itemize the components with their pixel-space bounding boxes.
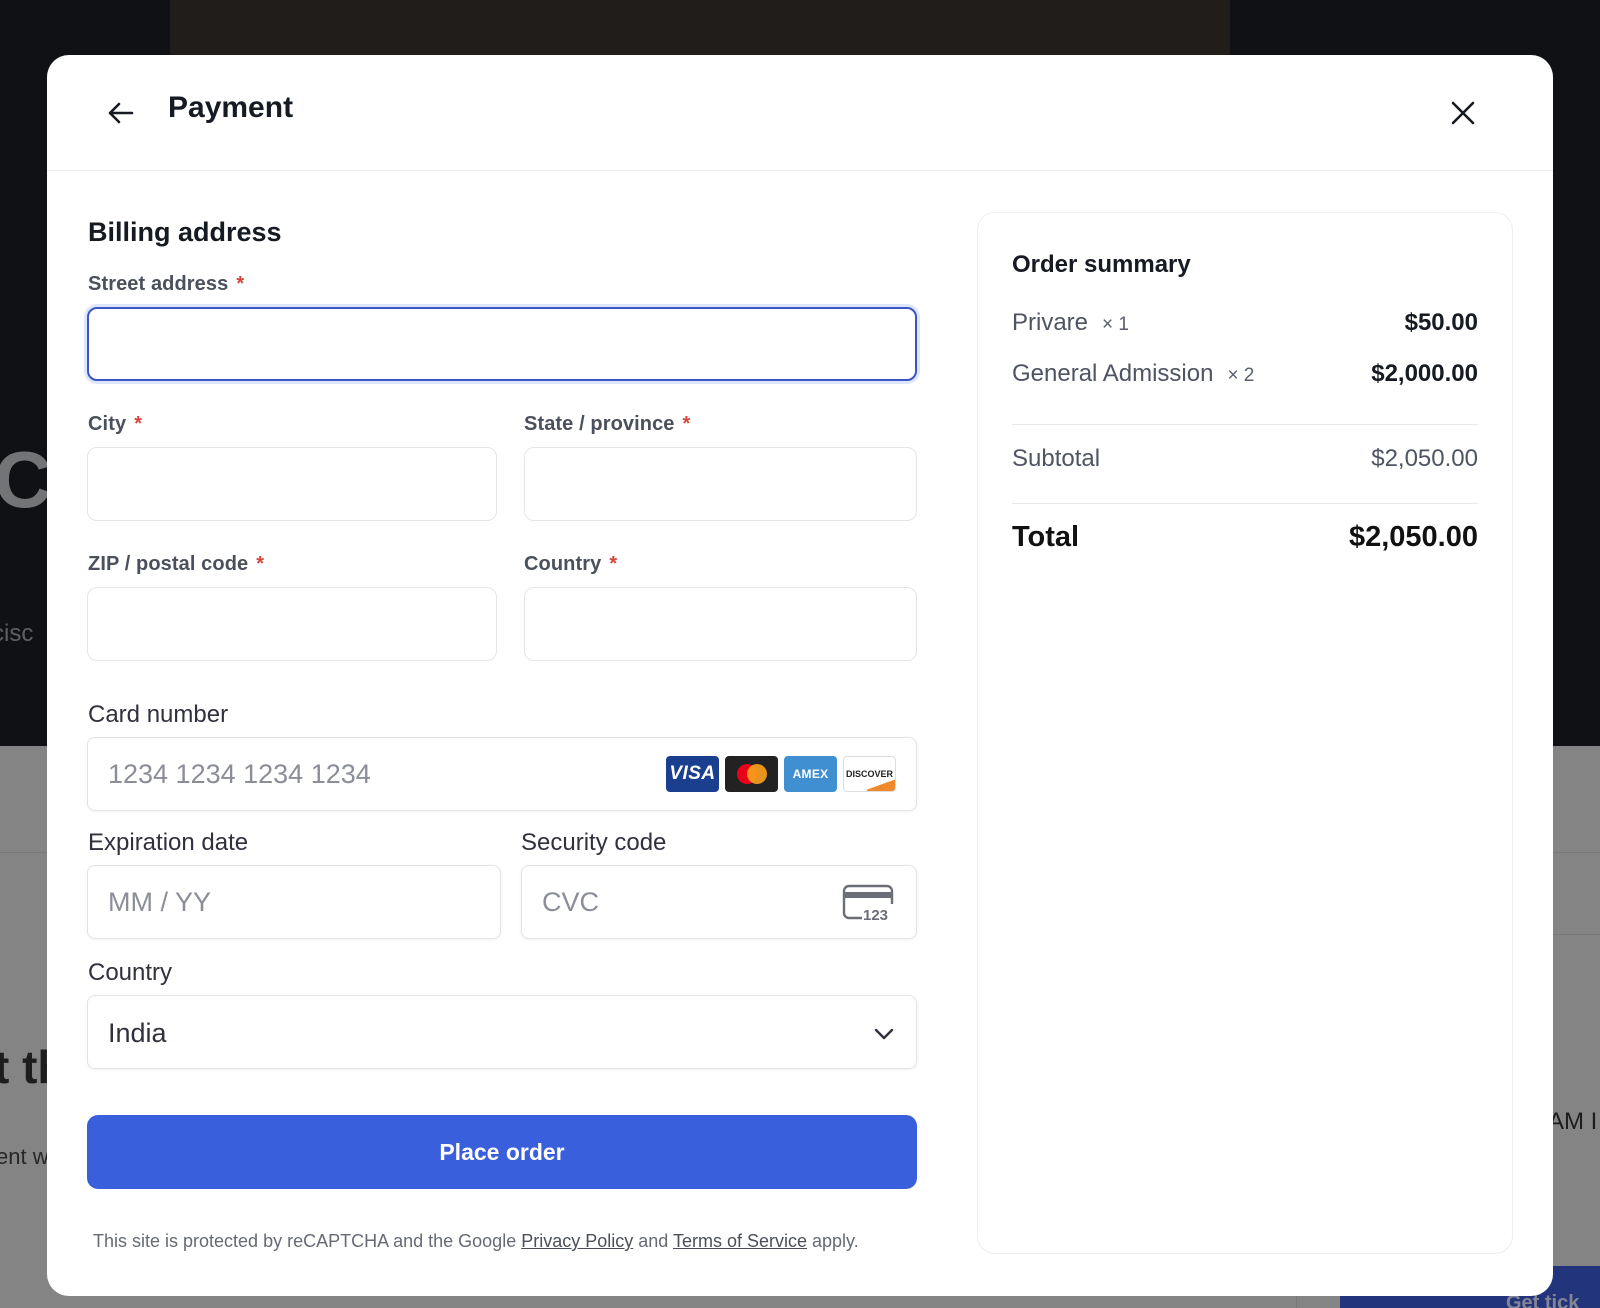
security-code-input[interactable] xyxy=(542,866,832,938)
amex-logo: AMEX xyxy=(784,756,837,792)
summary-line-item: General Admission × 2 $2,000.00 xyxy=(1012,360,1478,388)
card-country-value: India xyxy=(108,1018,167,1048)
order-summary-panel: Order summary Privare × 1 $50.00 General … xyxy=(977,212,1513,1254)
total-label: Total xyxy=(1012,521,1080,553)
expiration-date-field[interactable] xyxy=(87,865,501,939)
security-code-field[interactable]: 123 xyxy=(521,865,917,939)
visa-logo: VISA xyxy=(666,756,719,792)
close-button[interactable] xyxy=(1437,87,1489,139)
subtotal-label: Subtotal xyxy=(1012,445,1101,472)
cvc-card-icon: 123 xyxy=(842,884,896,924)
card-number-input[interactable] xyxy=(108,738,608,810)
close-icon xyxy=(1451,101,1475,125)
street-address-input[interactable] xyxy=(87,307,917,381)
item-name: Privare xyxy=(1012,309,1089,336)
billing-country-input[interactable] xyxy=(524,587,917,661)
subtotal-row: Subtotal $2,050.00 xyxy=(1012,445,1478,473)
discover-logo: DISCOVER xyxy=(843,756,896,792)
item-quantity: × 1 xyxy=(1102,314,1129,335)
street-address-label: Street address * xyxy=(88,273,245,295)
summary-divider xyxy=(1012,503,1478,504)
zip-label: ZIP / postal code * xyxy=(88,553,265,575)
total-row: Total $2,050.00 xyxy=(1012,521,1478,554)
required-mark: * xyxy=(134,413,143,435)
billing-address-heading: Billing address xyxy=(88,217,282,247)
arrow-left-icon xyxy=(108,102,134,124)
back-button[interactable] xyxy=(95,87,147,139)
card-country-select[interactable]: India xyxy=(87,995,917,1069)
subtotal-value: $2,050.00 xyxy=(1371,445,1478,472)
expiration-date-input[interactable] xyxy=(108,866,478,938)
item-price: $2,000.00 xyxy=(1371,360,1478,387)
card-brand-logos: VISA AMEX DISCOVER xyxy=(666,756,896,792)
state-province-input[interactable] xyxy=(524,447,917,521)
chevron-down-icon xyxy=(874,1028,894,1040)
recaptcha-notice: This site is protected by reCAPTCHA and … xyxy=(93,1231,859,1251)
item-quantity: × 2 xyxy=(1227,365,1255,386)
privacy-policy-link[interactable]: Privacy Policy xyxy=(521,1231,633,1251)
svg-text:123: 123 xyxy=(863,907,888,924)
required-mark: * xyxy=(682,413,691,435)
summary-line-item: Privare × 1 $50.00 xyxy=(1012,309,1478,337)
security-code-label: Security code xyxy=(521,829,667,856)
city-input[interactable] xyxy=(87,447,497,521)
mastercard-logo xyxy=(725,756,778,792)
terms-of-service-link[interactable]: Terms of Service xyxy=(673,1231,807,1251)
billing-country-label: Country * xyxy=(524,553,618,575)
summary-divider xyxy=(1012,424,1478,425)
mastercard-circles-icon xyxy=(736,764,767,784)
card-number-field[interactable]: VISA AMEX DISCOVER xyxy=(87,737,917,811)
required-mark: * xyxy=(609,553,618,575)
item-price: $50.00 xyxy=(1404,309,1478,336)
city-label: City * xyxy=(88,413,143,435)
total-value: $2,050.00 xyxy=(1348,521,1478,553)
card-country-label: Country xyxy=(88,959,173,986)
required-mark: * xyxy=(256,553,265,575)
order-summary-heading: Order summary xyxy=(1012,251,1191,278)
state-province-label: State / province * xyxy=(524,413,691,435)
item-name: General Admission xyxy=(1012,360,1214,387)
place-order-button[interactable]: Place order xyxy=(87,1115,917,1189)
payment-modal: Payment Billing address Street address * … xyxy=(47,55,1553,1296)
zip-input[interactable] xyxy=(87,587,497,661)
required-mark: * xyxy=(236,273,245,295)
expiration-date-label: Expiration date xyxy=(88,829,249,856)
page-title: Payment xyxy=(168,91,294,124)
card-number-label: Card number xyxy=(88,701,229,728)
modal-header: Payment xyxy=(47,55,1553,171)
